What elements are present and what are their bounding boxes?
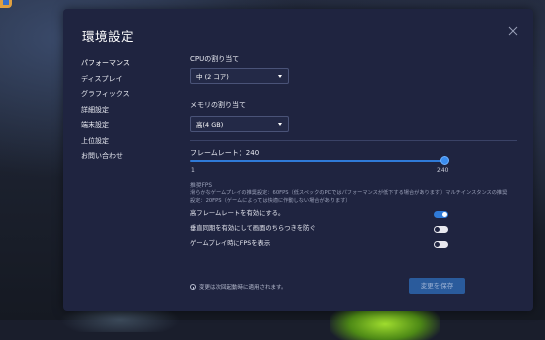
restart-note: 変更は次回起動時に適用されます。 (190, 283, 286, 291)
high-frame-rate-row: 高フレームレートを有効にする。 (190, 208, 448, 220)
toggle-knob (435, 242, 440, 247)
restart-note-text: 変更は次回起動時に適用されます。 (199, 285, 287, 291)
chevron-down-icon (278, 75, 282, 78)
sidebar-item-advanced[interactable]: 詳細設定 (81, 103, 171, 119)
vsync-row: 垂直同期を有効にして画面のちらつきを防ぐ (190, 223, 448, 235)
recommended-fps-text: 滑らかなゲームプレイの推奨設定：60FPS（低スペックのPCではパフォーマンスが… (190, 190, 508, 204)
cpu-select[interactable]: 中 (2 コア) (190, 68, 289, 84)
app-logo-mark (3, 0, 9, 5)
save-button[interactable]: 変更を保存 (409, 278, 465, 294)
frame-rate-label: フレームレート：240 (190, 149, 260, 157)
dialog-title: 環境設定 (82, 29, 135, 44)
chevron-down-icon (278, 123, 282, 126)
toggle-knob (442, 212, 447, 217)
sidebar-item-device[interactable]: 端末設定 (81, 118, 171, 134)
cpu-select-value: 中 (2 コア) (196, 73, 229, 81)
show-fps-toggle[interactable] (434, 241, 448, 248)
high-frame-rate-toggle[interactable] (434, 211, 448, 218)
sidebar-item-graphics[interactable]: グラフィックス (81, 87, 171, 103)
close-icon[interactable] (507, 25, 519, 37)
sidebar-item-display[interactable]: ディスプレイ (81, 72, 171, 88)
settings-sidebar: パフォーマンス ディスプレイ グラフィックス 詳細設定 端末設定 上位設定 お問… (81, 56, 171, 165)
show-fps-row: ゲームプレイ時にFPSを表示 (190, 238, 448, 250)
frame-rate-slider-handle[interactable] (440, 156, 449, 165)
settings-dialog: 環境設定 パフォーマンス ディスプレイ グラフィックス 詳細設定 端末設定 上位… (63, 9, 533, 311)
sidebar-item-higher-settings[interactable]: 上位設定 (81, 134, 171, 150)
frame-rate-slider-track[interactable] (190, 160, 444, 162)
memory-select-value: 高(4 GB) (196, 121, 224, 129)
section-divider (190, 140, 517, 141)
toggle-knob (435, 227, 440, 232)
vsync-label: 垂直同期を有効にして画面のちらつきを防ぐ (190, 225, 316, 232)
recommended-fps-title: 推奨FPS (190, 183, 213, 189)
show-fps-label: ゲームプレイ時にFPSを表示 (190, 240, 271, 247)
memory-select[interactable]: 高(4 GB) (190, 116, 289, 132)
sidebar-item-performance[interactable]: パフォーマンス (81, 56, 171, 72)
info-icon (190, 284, 196, 290)
memory-label: メモリの割り当て (190, 101, 246, 109)
sidebar-item-contact[interactable]: お問い合わせ (81, 149, 171, 165)
cpu-label: CPUの割り当て (190, 55, 240, 63)
high-frame-rate-label: 高フレームレートを有効にする。 (190, 210, 285, 217)
vsync-toggle[interactable] (434, 226, 448, 233)
slider-max-label: 240 (437, 167, 449, 174)
slider-min-label: 1 (191, 167, 195, 174)
